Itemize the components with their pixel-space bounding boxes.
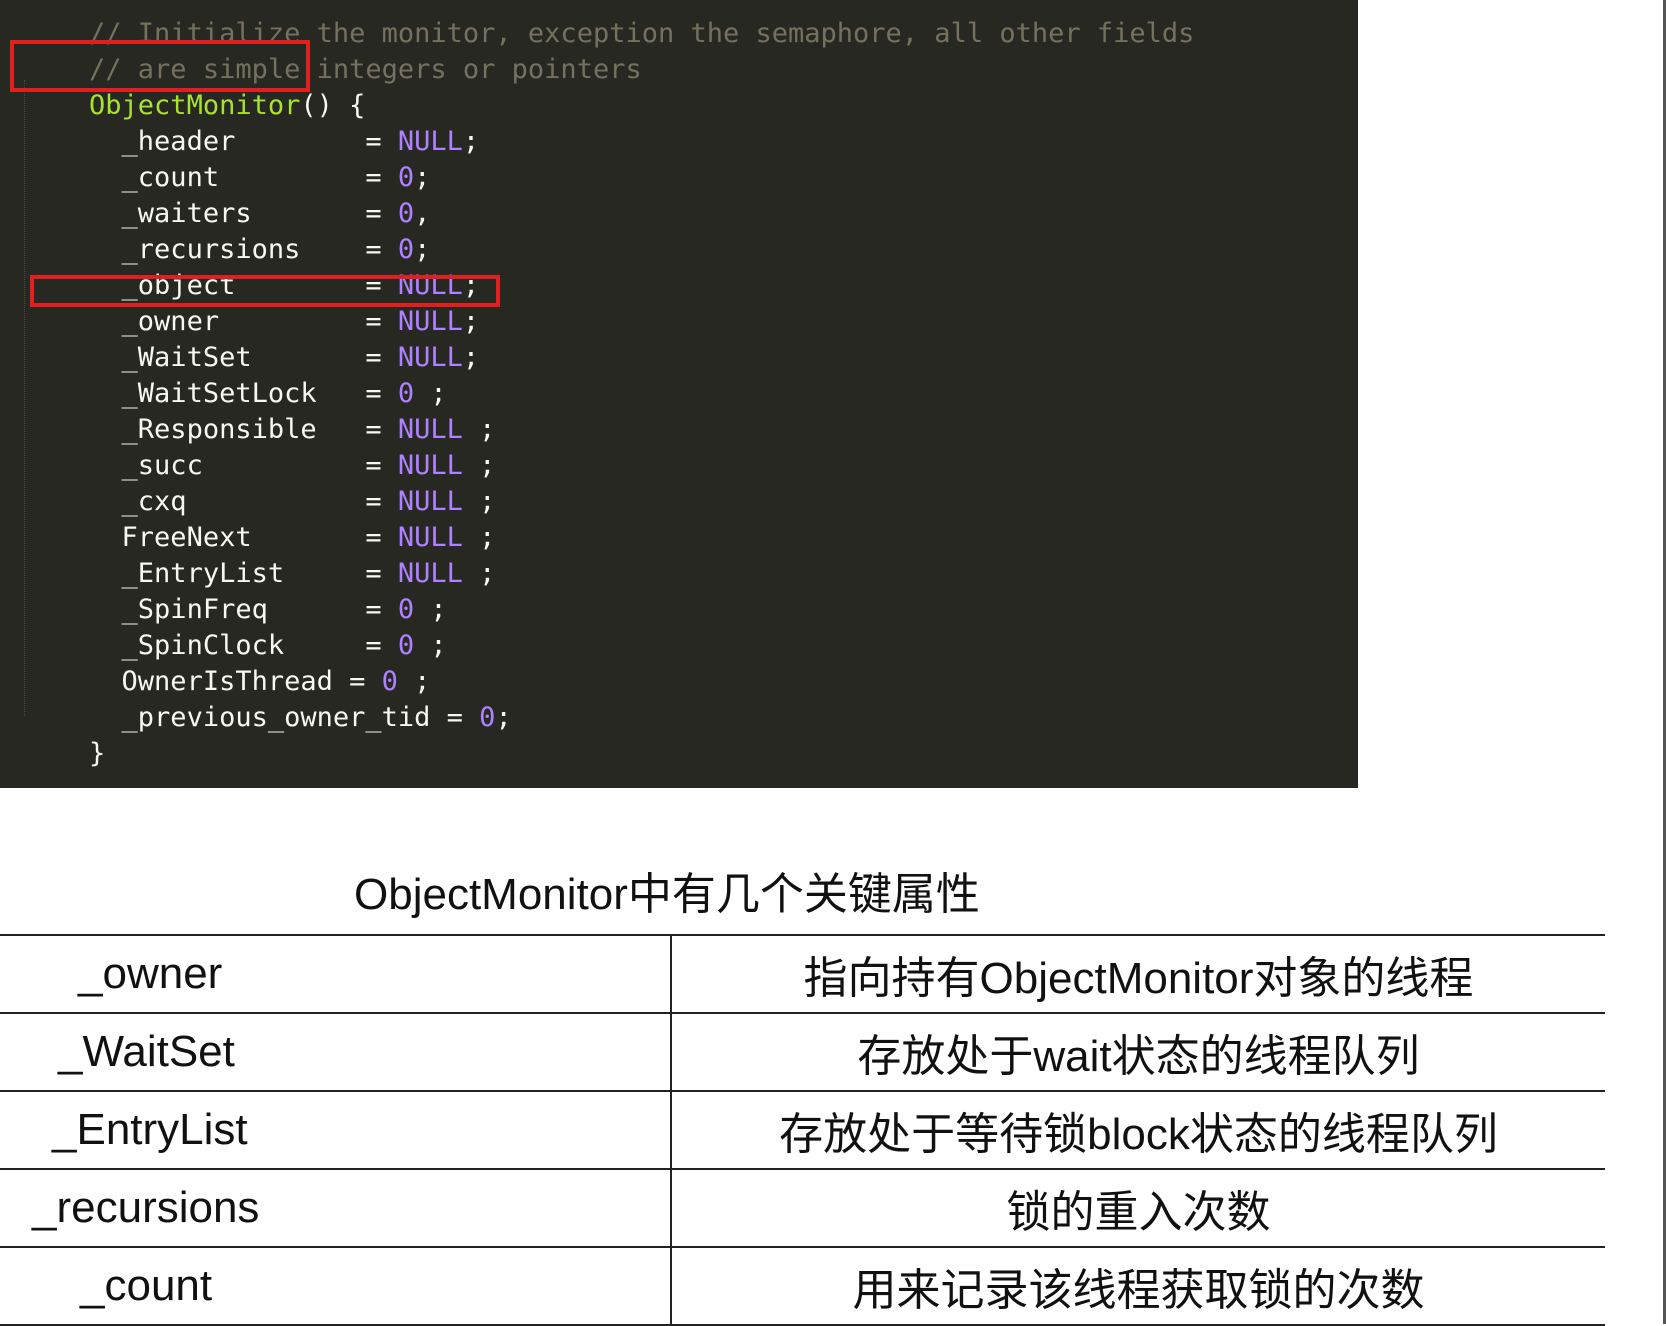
highlight-box-constructor [10,40,310,92]
code-token: = [446,702,480,733]
property-name: _count [80,1261,213,1310]
code-line: _object = NULL; [0,232,480,301]
property-name: _owner [78,949,223,998]
code-line: _count = 0; [0,124,431,193]
code-line: _Responsible = NULL ; [0,376,496,445]
table-row: _EntryList 存放处于等待锁block状态的线程队列 [0,1090,1605,1170]
code-line: FreeNext = NULL ; [0,484,496,553]
code-line: // Initialize the monitor, exception the… [0,0,1194,49]
highlight-box-owner [30,275,500,307]
code-line: _SpinClock = 0 ; [0,592,447,661]
code-line: _cxq = NULL ; [0,448,496,517]
code-line: _waiters = 0, [0,160,431,229]
property-desc-cell: 指向持有ObjectMonitor对象的线程 [671,934,1605,1014]
property-name-cell: _count [0,1246,672,1326]
property-name: _EntryList [52,1105,248,1154]
table-row: _owner 指向持有ObjectMonitor对象的线程 [0,934,1605,1014]
code-token: ; [462,558,496,589]
code-line: _SpinFreq = 0 ; [0,556,447,625]
code-line: _succ = NULL ; [0,412,496,481]
code-line: _WaitSetLock = 0 ; [0,340,447,409]
field-name: _previous_owner_tid [89,702,447,733]
properties-table: _owner 指向持有ObjectMonitor对象的线程 _WaitSet 存… [0,934,1605,1326]
table-title: ObjectMonitor中有几个关键属性 [354,870,980,919]
code-line: _recursions = 0; [0,196,431,265]
property-name-cell: _recursions [0,1168,672,1248]
property-name: _recursions [32,1183,260,1232]
table-row: _WaitSet 存放处于wait状态的线程队列 [0,1012,1605,1092]
code-line: _EntryList = NULL ; [0,520,496,589]
field-value: 0 [479,702,496,733]
table-row: _count 用来记录该线程获取锁的次数 [0,1246,1605,1326]
code-line-closing-brace: } [0,700,105,769]
code-line: _WaitSet = NULL; [0,304,480,373]
property-desc-cell: 用来记录该线程获取锁的次数 [671,1246,1605,1326]
code-editor-panel: // Initialize the monitor, exception the… [0,0,1358,788]
code-line: OwnerIsThread = 0 ; [0,628,431,697]
property-name-cell: _EntryList [0,1090,672,1170]
property-desc-cell: 锁的重入次数 [671,1168,1605,1248]
closing-brace: } [89,738,106,769]
code-token: ; [462,126,480,157]
property-name: _WaitSet [58,1027,235,1076]
property-name-cell: _owner [0,934,672,1014]
code-token: ; [462,342,480,373]
property-desc-cell: 存放处于wait状态的线程队列 [671,1012,1605,1092]
property-name-cell: _WaitSet [0,1012,672,1092]
code-token: ; [495,702,512,733]
table-row: _recursions 锁的重入次数 [0,1168,1605,1248]
property-desc-cell: 存放处于等待锁block状态的线程队列 [671,1090,1605,1170]
code-line: _header = NULL; [0,88,480,157]
code-line: _previous_owner_tid = 0; [0,664,512,733]
